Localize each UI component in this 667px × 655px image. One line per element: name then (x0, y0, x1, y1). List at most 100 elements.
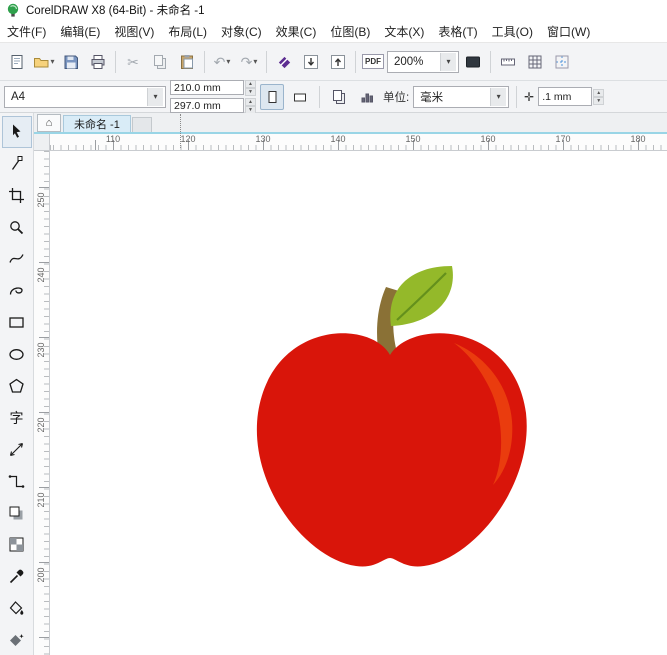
drop-shadow-tool[interactable] (2, 497, 32, 529)
spin-up-icon[interactable]: ▲ (593, 88, 605, 97)
separator (516, 85, 518, 108)
nudge-spinner[interactable]: ▲ ▼ (593, 88, 605, 105)
connector-tool[interactable] (2, 465, 32, 497)
redo-button[interactable]: ↷ ▾ (236, 48, 262, 76)
connector-tool-icon (8, 474, 25, 488)
chevron-down-icon[interactable]: ▾ (440, 52, 456, 71)
ruler-label: 230 (36, 342, 46, 358)
menu-layout[interactable]: 布局(L) (161, 20, 214, 43)
pick-tool[interactable] (1, 116, 32, 148)
smart-fill-tool-icon (10, 633, 24, 646)
chevron-down-icon[interactable]: ▾ (253, 57, 257, 66)
window-title: CorelDRAW X8 (64-Bit) - 未命名 -1 (26, 5, 205, 17)
menu-text[interactable]: 文本(X) (377, 20, 431, 43)
undo-button[interactable]: ↶ ▾ (209, 48, 235, 76)
menu-effects[interactable]: 效果(C) (269, 20, 324, 43)
nudge-icon: ✛ (524, 89, 535, 104)
export-icon (331, 54, 345, 69)
ruler-label: 180 (630, 134, 646, 144)
smart-fill-tool[interactable] (2, 624, 32, 655)
ruler-label: 220 (36, 417, 46, 433)
spin-down-icon[interactable]: ▼ (245, 87, 256, 96)
chevron-down-icon[interactable]: ▾ (226, 57, 230, 66)
units-value: 毫米 (420, 91, 444, 104)
ruler-label: 110 (105, 134, 121, 144)
ruler-label: 160 (480, 134, 496, 144)
menu-view[interactable]: 视图(V) (107, 20, 161, 43)
drawing-canvas[interactable] (50, 151, 667, 655)
ruler-label: 250 (36, 192, 46, 208)
zoom-tool[interactable] (2, 211, 32, 243)
menu-bitmaps[interactable]: 位图(B) (323, 20, 377, 43)
portrait-button[interactable] (259, 83, 284, 110)
menu-object[interactable]: 对象(C) (214, 20, 269, 43)
shape-tool[interactable] (2, 148, 32, 180)
freehand-tool[interactable] (2, 243, 32, 275)
print-button[interactable] (85, 48, 111, 76)
ruler-label: 210 (36, 492, 46, 508)
apple-drawing[interactable] (250, 263, 536, 573)
page-height-input[interactable]: 297.0 mm (170, 98, 244, 113)
fullscreen-preview-button[interactable] (460, 48, 486, 76)
new-page-tab-button[interactable] (131, 117, 152, 132)
menu-file[interactable]: 文件(F) (0, 20, 53, 43)
transparency-tool[interactable] (2, 529, 32, 561)
publish-pdf-button[interactable]: PDF (360, 48, 386, 76)
import-button[interactable] (298, 48, 324, 76)
search-content-button[interactable] (271, 48, 297, 76)
bar-scale-icon (361, 93, 373, 102)
menu-tools[interactable]: 工具(O) (485, 20, 540, 43)
vertical-ruler[interactable]: 250 240 230 220 210 200 (34, 151, 50, 655)
separator (355, 50, 356, 73)
text-tool[interactable]: 字 (2, 402, 32, 434)
nudge-distance-input[interactable]: .1 mm (538, 87, 593, 106)
spin-down-icon[interactable]: ▼ (593, 96, 605, 105)
paste-button[interactable] (174, 48, 200, 76)
all-pages-button[interactable] (327, 84, 351, 110)
show-guidelines-button[interactable] (549, 48, 575, 76)
page-width-spinner[interactable]: ▲ ▼ (245, 79, 256, 96)
separator (318, 85, 320, 108)
chevron-down-icon[interactable]: ▾ (147, 87, 163, 106)
title-bar: CorelDRAW X8 (64-Bit) - 未命名 -1 (0, 0, 667, 20)
new-document-button[interactable] (4, 48, 30, 76)
spin-up-icon[interactable]: ▲ (245, 79, 256, 88)
show-rulers-button[interactable] (495, 48, 521, 76)
drawing-scale-button[interactable] (355, 84, 379, 110)
color-eyedropper-tool[interactable] (2, 561, 32, 593)
menu-table[interactable]: 表格(T) (431, 20, 484, 43)
units-select[interactable]: 毫米 ▾ (413, 85, 510, 108)
ruler-position-marker[interactable] (180, 114, 181, 148)
page-size-select[interactable]: A4 ▾ (4, 85, 166, 108)
copy-icon (154, 54, 166, 69)
ellipse-tool[interactable] (2, 338, 32, 370)
page-width-input[interactable]: 210.0 mm (170, 80, 244, 95)
menu-edit[interactable]: 编辑(E) (53, 20, 107, 43)
polygon-tool-icon (9, 378, 24, 393)
menu-window[interactable]: 窗口(W) (540, 20, 597, 43)
show-grid-button[interactable] (522, 48, 548, 76)
artistic-media-tool[interactable] (2, 275, 32, 307)
export-button[interactable] (325, 48, 351, 76)
document-tab[interactable]: 未命名 -1 (63, 115, 131, 132)
zoom-level-value: 200% (394, 55, 424, 68)
cut-button[interactable]: ✂ (120, 48, 146, 76)
zoom-level-select[interactable]: 200% ▾ (387, 50, 459, 73)
crop-tool[interactable] (2, 180, 32, 212)
interactive-fill-tool[interactable] (2, 592, 32, 624)
copy-button[interactable] (147, 48, 173, 76)
ruler-origin-corner[interactable] (34, 134, 50, 150)
open-button[interactable]: ▾ (31, 48, 57, 76)
home-button[interactable]: ⌂ (37, 114, 61, 132)
rectangle-tool[interactable] (2, 307, 32, 339)
polygon-tool[interactable] (2, 370, 32, 402)
landscape-button[interactable] (288, 84, 312, 110)
page-height-spinner[interactable]: ▲ ▼ (245, 97, 256, 114)
horizontal-ruler[interactable]: 110 120 130 140 150 160 170 180 (34, 134, 667, 151)
parallel-dimension-tool[interactable] (2, 434, 32, 466)
save-button[interactable] (58, 48, 84, 76)
spin-up-icon[interactable]: ▲ (245, 97, 256, 106)
chevron-down-icon[interactable]: ▾ (490, 87, 507, 106)
eyedropper-tool-icon (9, 569, 24, 584)
chevron-down-icon[interactable]: ▾ (50, 57, 54, 66)
